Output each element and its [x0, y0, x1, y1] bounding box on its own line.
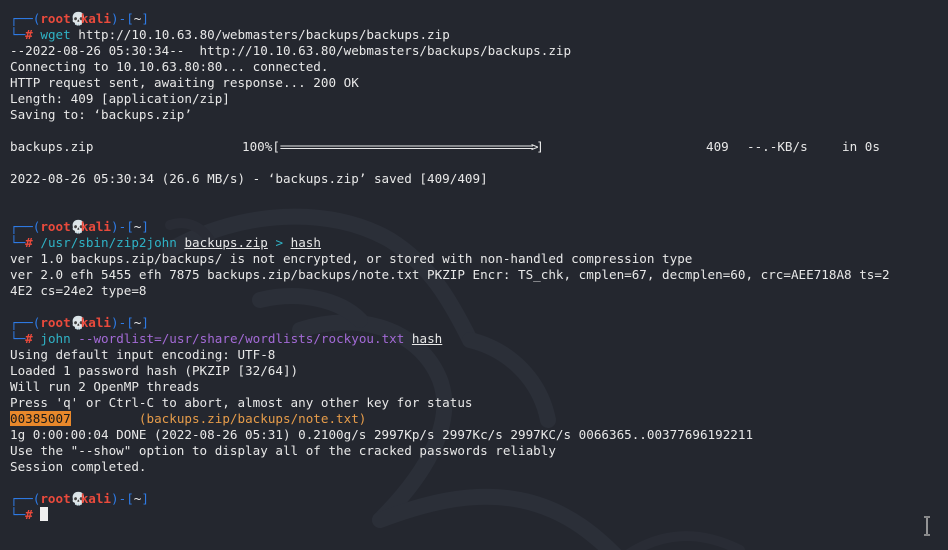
output-line: 2022-08-26 05:30:34 (26.6 MB/s) - ‘backu… [10, 171, 488, 186]
prompt-user: root [40, 491, 71, 506]
cracked-password-line: 00385007 (backups.zip/backups/note.txt) [10, 411, 366, 427]
prompt-hash: # [25, 27, 33, 42]
prompt-frame: )-[ [111, 11, 134, 26]
progress-file: backups.zip [10, 139, 94, 154]
prompt-top-line: ┌──(root💀kali)-[~] [10, 11, 149, 27]
output-line: Will run 2 OpenMP threads [10, 379, 200, 394]
command-name: /usr/sbin/zip2john [40, 235, 177, 250]
skull-icon: 💀 [70, 315, 87, 330]
output-line: ver 2.0 efh 5455 efh 7875 backups.zip/ba… [10, 267, 890, 282]
ibeam-pointer-icon [924, 516, 930, 536]
prompt-top-line: ┌──(root💀kali)-[~] [10, 315, 149, 331]
prompt-frame: └─ [10, 507, 26, 522]
prompt-user: root [40, 11, 71, 26]
prompt-frame: ┌──( [10, 491, 41, 506]
prompt-frame: ] [141, 315, 149, 330]
command-line-john: └─# john --wordlist=/usr/share/wordlists… [10, 331, 442, 347]
command-arg-output: hash [290, 235, 321, 250]
cracked-file: (backups.zip/backups/note.txt) [138, 411, 367, 426]
command-line-input[interactable]: └─# [10, 507, 49, 523]
prompt-hash: # [25, 331, 33, 346]
output-line: 1g 0:00:00:04 DONE (2022-08-26 05:31) 0.… [10, 427, 754, 442]
prompt-frame: ┌──( [10, 315, 41, 330]
output-line: Connecting to 10.10.63.80:80... connecte… [10, 59, 329, 74]
prompt-host: kali [80, 315, 112, 330]
prompt-frame: ┌──( [10, 11, 41, 26]
prompt-host: kali [80, 491, 112, 506]
skull-icon: 💀 [70, 491, 87, 506]
progress-size: 409 [706, 139, 729, 154]
prompt-user: root [40, 315, 71, 330]
command-name: wget [40, 27, 71, 42]
prompt-hash: # [25, 507, 33, 522]
output-line: HTTP request sent, awaiting response... … [10, 75, 359, 90]
prompt-frame: ] [141, 11, 149, 26]
prompt-frame: )-[ [111, 491, 134, 506]
prompt-frame: └─ [10, 235, 26, 250]
prompt-top-line: ┌──(root💀kali)-[~] [10, 219, 149, 235]
output-line: Loaded 1 password hash (PKZIP [32/64]) [10, 363, 299, 378]
prompt-hash: # [25, 235, 33, 250]
prompt-user: root [40, 219, 71, 234]
prompt-host: kali [80, 219, 112, 234]
cracked-password[interactable]: 00385007 [10, 411, 71, 426]
command-flag: --wordlist=/usr/share/wordlists/rockyou.… [78, 331, 405, 346]
command-line-zip2john: └─# /usr/sbin/zip2john backups.zip > has… [10, 235, 321, 251]
skull-icon: 💀 [70, 11, 87, 26]
command-args: http://10.10.63.80/webmasters/backups/ba… [70, 27, 450, 42]
terminal-window[interactable]: ┌──(root💀kali)-[~] └─# wget http://10.10… [0, 0, 948, 550]
command-arg-file: hash [411, 331, 443, 346]
prompt-frame: ] [141, 491, 149, 506]
output-line: Saving to: ‘backups.zip’ [10, 107, 192, 122]
prompt-host: kali [80, 11, 112, 26]
prompt-frame: ┌──( [10, 219, 41, 234]
output-line: --2022-08-26 05:30:34-- http://10.10.63.… [10, 43, 572, 58]
download-progress: backups.zip [10, 139, 93, 155]
progress-time: in 0s [842, 139, 880, 154]
progress-rate: --.-KB/s [747, 139, 808, 154]
prompt-top-line: ┌──(root💀kali)-[~] [10, 491, 149, 507]
skull-icon: 💀 [70, 219, 87, 234]
progress-percent: 100%[ [242, 139, 280, 154]
output-line: ver 1.0 backups.zip/backups/ is not encr… [10, 251, 693, 266]
output-line: Length: 409 [application/zip] [10, 91, 230, 106]
progress-bar: 100%[===================================… [242, 139, 544, 155]
command-line-wget: └─# wget http://10.10.63.80/webmasters/b… [10, 27, 450, 43]
prompt-frame: └─ [10, 331, 26, 346]
output-line: 4E2 cs=24e2 type=8 [10, 283, 147, 298]
output-line: Using default input encoding: UTF-8 [10, 347, 276, 362]
prompt-frame: └─ [10, 27, 26, 42]
prompt-frame: )-[ [111, 219, 134, 234]
command-redirect: > [275, 235, 284, 250]
output-line: Press 'q' or Ctrl-C to abort, almost any… [10, 395, 473, 410]
output-line: Use the "--show" option to display all o… [10, 443, 556, 458]
prompt-frame: ] [141, 219, 149, 234]
prompt-frame: )-[ [111, 315, 134, 330]
output-line: Session completed. [10, 459, 147, 474]
command-arg-file: backups.zip [184, 235, 268, 250]
command-name: john [40, 331, 71, 346]
progress-end: ] [536, 139, 544, 154]
text-cursor-icon [40, 507, 49, 521]
progress-fill: ========================================… [279, 139, 539, 154]
